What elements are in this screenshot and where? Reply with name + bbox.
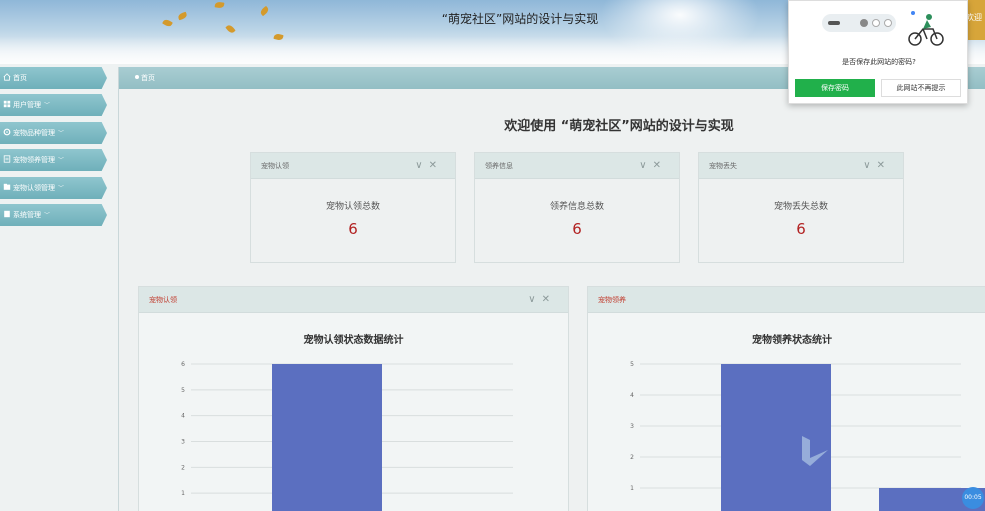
card-count: 6 <box>348 220 358 238</box>
key-icon <box>828 21 840 25</box>
y-tick-label: 5 <box>630 361 634 368</box>
y-tick-label: 2 <box>181 464 185 471</box>
chart-title: 宠物认领状态数据统计 <box>303 335 404 346</box>
chart-panel-claim: 宠物认领 ∨✕ 宠物认领状态数据统计 0123456 <box>138 286 569 511</box>
card-label: 领养信息总数 <box>549 202 604 212</box>
card-tools: ∨✕ <box>863 153 891 179</box>
dot-icon <box>884 19 892 27</box>
panel-title-label: 宠物领养 <box>598 296 626 304</box>
sidebar-item-label: 用户管理 <box>13 101 41 109</box>
bar-chart-adoption: 012345 <box>630 361 985 511</box>
sidebar-item-breeds[interactable]: 宠物品种管理 ﹀ <box>0 122 107 144</box>
stat-card-lost: 宠物丢失 ∨✕ 宠物丢失总数 6 <box>698 152 904 263</box>
close-icon[interactable]: ✕ <box>877 160 891 171</box>
save-password-button[interactable]: 保存密码 <box>795 79 875 97</box>
sidebar-item-label: 首页 <box>13 74 27 82</box>
sidebar-item-home[interactable]: 首页 <box>0 67 107 89</box>
welcome-heading: 欢迎使用 “萌宠社区”网站的设计与实现 <box>504 119 734 134</box>
card-header: 宠物丢失 ∨✕ <box>699 153 903 179</box>
save-password-popup: 是否保存此网站的密码? 保存密码 此网站不再提示 <box>788 0 968 104</box>
chevron-down-icon: ﹀ <box>58 185 65 192</box>
card-title: 宠物丢失 <box>709 162 737 170</box>
y-tick-label: 4 <box>630 392 634 399</box>
close-icon[interactable]: ✕ <box>429 160 443 171</box>
card-tools: ∨✕ <box>639 153 667 179</box>
password-illustration <box>822 14 896 32</box>
chevron-down-icon: ﹀ <box>44 212 51 219</box>
card-label: 宠物认领总数 <box>325 202 380 212</box>
dot-icon <box>860 19 868 27</box>
y-tick-label: 4 <box>181 413 185 420</box>
bullet-icon <box>135 75 139 79</box>
y-tick-label: 3 <box>181 439 185 446</box>
y-tick-label: 3 <box>630 423 634 430</box>
stat-card-claim: 宠物认领 ∨✕ 宠物认领总数 6 <box>250 152 456 263</box>
home-icon <box>3 73 11 81</box>
close-icon[interactable]: ✕ <box>653 160 667 171</box>
never-save-button[interactable]: 此网站不再提示 <box>881 79 961 97</box>
y-tick-label: 1 <box>181 490 185 497</box>
card-label: 宠物丢失总数 <box>773 202 828 212</box>
y-tick-label: 5 <box>181 387 185 394</box>
card-header: 领养信息 ∨✕ <box>475 153 679 179</box>
sidebar-item-system[interactable]: 系统管理 ﹀ <box>0 204 107 226</box>
save-password-question: 是否保存此网站的密码? <box>842 58 916 66</box>
bar-chart-claim: 0123456 <box>181 361 513 511</box>
panel-title-label: 宠物认领 <box>149 296 177 304</box>
doc-icon <box>4 210 10 218</box>
main-content: 首页 欢迎使用 “萌宠社区”网站的设计与实现 宠物认领 ∨✕ 宠物认领总数 6 … <box>118 67 985 511</box>
sidebar-item-label: 系统管理 <box>13 211 41 219</box>
sidebar: 首页 用户管理 ﹀ 宠物品种管理 ﹀ 宠物领养管理 ﹀ 宠物认领管理 ﹀ 系统管理 ﹀ <box>0 64 118 511</box>
doc-icon <box>3 155 11 163</box>
bing-watermark-icon <box>802 436 828 466</box>
collapse-icon[interactable]: ∨ <box>528 294 541 305</box>
panel-tools: ∨✕ <box>528 287 556 313</box>
sidebar-item-label: 宠物领养管理 <box>13 156 55 164</box>
sidebar-item-label: 宠物品种管理 <box>13 129 55 137</box>
card-tools: ∨✕ <box>415 153 443 179</box>
panel-header: 宠物领养 ∨ <box>588 287 985 313</box>
card-count: 6 <box>796 220 806 238</box>
card-count: 6 <box>572 220 582 238</box>
sidebar-item-users[interactable]: 用户管理 ﹀ <box>0 94 107 116</box>
collapse-icon[interactable]: ∨ <box>639 160 652 171</box>
folder-icon <box>3 183 11 190</box>
timer-badge[interactable]: 00:05 <box>962 487 984 509</box>
y-tick-label: 6 <box>181 361 185 368</box>
close-icon[interactable]: ✕ <box>542 294 556 305</box>
y-tick-label: 2 <box>630 454 634 461</box>
card-header: 宠物认领 ∨✕ <box>251 153 455 179</box>
card-title: 宠物认领 <box>261 162 289 170</box>
sidebar-item-claim[interactable]: 宠物认领管理 ﹀ <box>0 177 107 199</box>
cyclist-icon <box>908 11 944 46</box>
bar[interactable] <box>272 364 382 511</box>
chevron-down-icon: ﹀ <box>44 102 51 109</box>
card-title: 领养信息 <box>485 162 513 170</box>
stat-card-adoption: 领养信息 ∨✕ 领养信息总数 6 <box>474 152 680 263</box>
chart-panel-adoption: 宠物领养 ∨ 宠物领养状态统计 012345 <box>587 286 985 511</box>
chart-title: 宠物领养状态统计 <box>752 335 832 346</box>
collapse-icon[interactable]: ∨ <box>415 160 428 171</box>
chevron-down-icon: ﹀ <box>58 157 65 164</box>
gear-icon <box>3 128 11 136</box>
y-tick-label: 1 <box>630 485 634 492</box>
panel-header: 宠物认领 ∨✕ <box>139 287 568 313</box>
dot-icon <box>872 19 880 27</box>
grid-icon <box>3 100 11 108</box>
leaf-decoration <box>214 1 225 9</box>
chevron-down-icon: ﹀ <box>58 130 65 137</box>
collapse-icon[interactable]: ∨ <box>863 160 876 171</box>
breadcrumb-home-link[interactable]: 首页 <box>141 74 155 82</box>
sidebar-item-adoption[interactable]: 宠物领养管理 ﹀ <box>0 149 107 171</box>
sidebar-item-label: 宠物认领管理 <box>13 184 55 192</box>
